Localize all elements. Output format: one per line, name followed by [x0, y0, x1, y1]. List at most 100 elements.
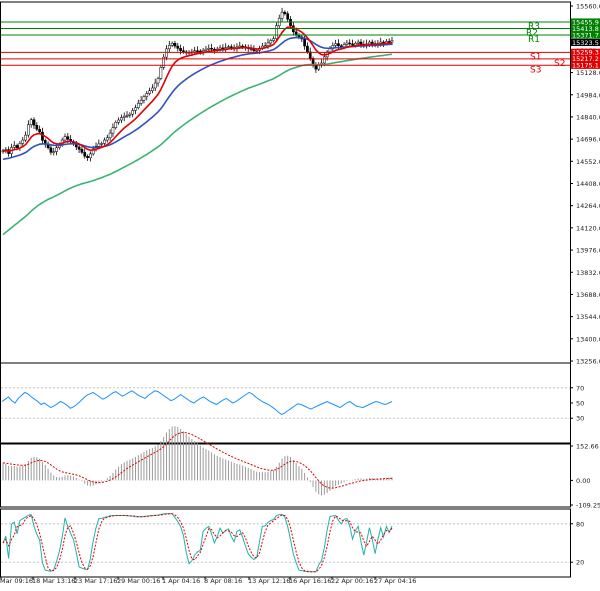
- candle-body: [224, 47, 228, 49]
- candle-body: [303, 38, 306, 47]
- time-axis: Mar 09:1618 Mar 13:1623 Mar 17:16 29 Mar …: [0, 577, 416, 585]
- candle-body: [252, 49, 256, 51]
- candle-body: [308, 51, 312, 59]
- price-y-tick-label: 13256.0: [576, 358, 600, 366]
- candle-body: [176, 45, 180, 49]
- price-y-tick-label: 13544.0: [576, 313, 600, 321]
- price-y-tick-label: 13688.0: [576, 291, 600, 299]
- candle-body: [86, 155, 89, 159]
- candle-body: [263, 45, 267, 48]
- chart-background: [0, 0, 600, 591]
- candle-body: [49, 147, 53, 153]
- price-y-tick-label: 14120.0: [576, 224, 600, 232]
- price-y-tick-label: 13832.0: [576, 269, 600, 277]
- candle-body: [159, 67, 163, 79]
- candle-body: [390, 40, 394, 43]
- candle-body: [128, 113, 132, 116]
- candle-body: [280, 11, 284, 19]
- candle-body: [136, 103, 140, 108]
- candle-body: [83, 152, 87, 157]
- candle-body: [207, 47, 211, 50]
- candle-body: [275, 25, 278, 39]
- candle-body: [356, 41, 360, 44]
- candle-body: [269, 40, 273, 44]
- candle-body: [221, 47, 225, 50]
- time-tick-label: 16 Apr 16:16: [289, 577, 331, 585]
- candle-body: [148, 90, 151, 94]
- candle-body: [32, 119, 36, 126]
- price-y-tick-label: 14696.0: [576, 136, 600, 144]
- candle-body: [182, 50, 185, 53]
- last-price-value: 15323.5: [572, 39, 599, 47]
- rsi-y-tick-label: 70: [576, 384, 584, 392]
- macd-y-tick-label: -109.25: [576, 502, 600, 510]
- candle-body: [238, 45, 242, 48]
- candle-body: [227, 46, 230, 48]
- price-y-tick-label: 14264.0: [576, 202, 600, 210]
- candle-body: [272, 38, 275, 41]
- rsi-y-tick-label: 50: [576, 400, 584, 408]
- candle-body: [196, 50, 199, 52]
- candle-body: [348, 42, 352, 45]
- candle-body: [103, 139, 106, 144]
- time-tick-label: 1 Apr 04:16: [162, 577, 200, 585]
- candle-body: [167, 45, 171, 50]
- support-label-s3: S3: [530, 65, 541, 75]
- macd-y-tick-label: 0.00: [576, 477, 590, 485]
- candle-body: [337, 43, 340, 47]
- candle-body: [105, 137, 109, 141]
- candle-body: [266, 42, 270, 47]
- candle-body: [111, 127, 115, 134]
- macd-y-tick-label: 152.66: [576, 443, 599, 451]
- time-tick-label: 27 Apr 04:16: [374, 577, 416, 585]
- candle-body: [15, 145, 19, 149]
- candle-body: [89, 153, 92, 159]
- resistance-label-r1: R1: [528, 35, 540, 45]
- candle-body: [131, 110, 135, 115]
- candle-body: [156, 78, 160, 84]
- candle-body: [120, 117, 123, 121]
- candle-body: [100, 143, 104, 145]
- candle-body: [229, 46, 233, 48]
- candle-body: [27, 124, 30, 136]
- candle-body: [204, 48, 208, 51]
- rsi-y-tick-label: 30: [576, 415, 584, 423]
- candle-body: [170, 43, 174, 46]
- stochastic-y-tick-label: 80: [576, 520, 584, 528]
- candle-body: [122, 115, 126, 118]
- candle-body: [145, 93, 149, 97]
- price-y-tick-label: 14840.0: [576, 113, 600, 121]
- candle-body: [255, 50, 259, 52]
- candle-body: [77, 146, 81, 150]
- candle-body: [114, 122, 118, 128]
- price-y-tick-label: 15560.0: [576, 3, 600, 11]
- price-y-tick-label: 13400.0: [576, 335, 600, 343]
- candle-body: [334, 43, 337, 46]
- candle-body: [351, 43, 354, 46]
- candle-body: [29, 119, 33, 125]
- candle-body: [345, 42, 349, 45]
- candle-body: [66, 136, 70, 140]
- candle-body: [142, 96, 146, 101]
- candle-body: [179, 48, 182, 51]
- candle-body: [151, 87, 154, 91]
- candle-body: [52, 151, 56, 153]
- candle-body: [108, 132, 112, 138]
- time-tick-label: 22 Apr 00:16: [331, 577, 373, 585]
- time-tick-label: 8 Apr 08:16: [204, 577, 242, 585]
- candle-body: [12, 145, 16, 148]
- candle-body: [322, 56, 326, 64]
- candle-body: [294, 31, 298, 36]
- candle-body: [210, 47, 213, 50]
- price-y-tick-label: 15128.0: [576, 69, 600, 77]
- price-y-tick-label: 14552.0: [576, 158, 600, 166]
- price-y-tick-label: 14408.0: [576, 180, 600, 188]
- stochastic-y-tick-label: 20: [576, 559, 584, 567]
- candle-body: [201, 50, 205, 52]
- time-tick-label: 13 Apr 12:16: [248, 577, 290, 585]
- candle-body: [286, 13, 290, 20]
- candle-body: [134, 107, 137, 111]
- candle-body: [370, 41, 374, 44]
- candle-body: [125, 115, 129, 117]
- candle-body: [63, 136, 67, 141]
